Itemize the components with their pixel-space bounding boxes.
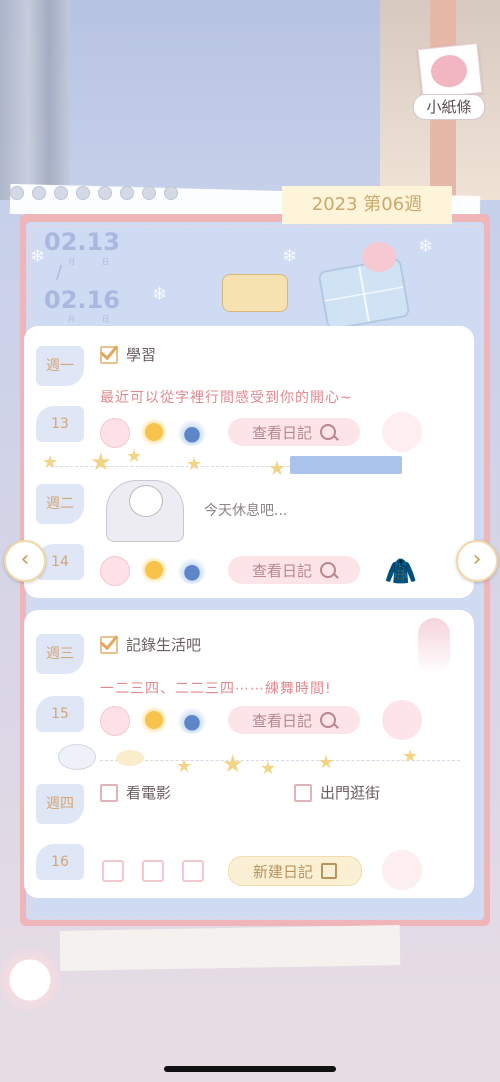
magnifier-icon bbox=[320, 562, 336, 578]
sticker-slot[interactable] bbox=[382, 850, 422, 890]
next-week-arrow[interactable]: › bbox=[456, 540, 498, 582]
snowflake-icon: ❄ bbox=[282, 246, 298, 267]
date-separator: / bbox=[56, 262, 63, 283]
paw-decoration bbox=[0, 900, 60, 1010]
task-item[interactable]: 記錄生活吧 bbox=[100, 634, 201, 655]
snow-globe-icon bbox=[178, 418, 206, 446]
snow-globe-icon bbox=[178, 706, 206, 734]
snow-globe-icon bbox=[178, 556, 206, 584]
day-status-icons bbox=[100, 706, 206, 736]
button-label: 查看日記 bbox=[251, 711, 312, 730]
task-label: 記錄生活吧 bbox=[126, 636, 202, 654]
portrait-face bbox=[429, 53, 469, 89]
checkbox-empty[interactable] bbox=[294, 783, 312, 802]
bread-sticker bbox=[116, 750, 144, 766]
checkbox-checked[interactable] bbox=[100, 635, 118, 654]
end-date: 02.16 bbox=[44, 286, 120, 314]
star-icon: ★ bbox=[268, 456, 286, 480]
jacket-icon[interactable]: 🧥 bbox=[378, 552, 424, 592]
girl-head bbox=[129, 485, 163, 517]
star-icon: ★ bbox=[176, 756, 193, 777]
star-icon: ★ bbox=[126, 446, 143, 467]
smile-face-icon bbox=[100, 706, 130, 736]
sun-icon bbox=[140, 556, 168, 584]
sun-icon bbox=[140, 418, 168, 446]
view-diary-button[interactable]: 查看日記 bbox=[228, 556, 360, 584]
smile-face-icon bbox=[100, 418, 130, 448]
sleeping-girl-sticker bbox=[317, 236, 414, 331]
snowflake-icon: ❄ bbox=[30, 246, 46, 267]
note-button[interactable]: 小紙條 bbox=[413, 94, 485, 120]
day-name: 週三 bbox=[36, 634, 84, 674]
view-diary-button[interactable]: 查看日記 bbox=[228, 706, 360, 734]
day-status-icons bbox=[100, 556, 206, 586]
girl-head bbox=[362, 242, 396, 272]
curtain bbox=[0, 0, 70, 200]
task-item[interactable]: 看電影 bbox=[100, 782, 171, 803]
empty-icon-slot[interactable] bbox=[102, 860, 124, 882]
note-card-portrait[interactable] bbox=[417, 43, 483, 99]
diary-snippet: 一二三四、二二三四⋯⋯練舞時間! bbox=[100, 681, 332, 697]
star-icon: ★ bbox=[402, 746, 419, 767]
binder-holes bbox=[10, 186, 178, 200]
view-diary-button[interactable]: 查看日記 bbox=[228, 418, 360, 446]
new-diary-button[interactable]: 新建日記 bbox=[228, 856, 362, 886]
resting-girl-sticker bbox=[106, 480, 184, 542]
day-status-icons bbox=[100, 418, 206, 448]
end-day-label: 日 bbox=[102, 315, 109, 323]
day-name: 週一 bbox=[36, 346, 84, 386]
magnifier-icon bbox=[320, 424, 336, 440]
home-indicator[interactable] bbox=[164, 1066, 336, 1072]
star-icon: ★ bbox=[42, 452, 59, 473]
washi-tape-sticker bbox=[290, 456, 402, 474]
rest-message: 今天休息吧... bbox=[204, 503, 288, 519]
task-label: 看電影 bbox=[126, 784, 172, 802]
button-label: 查看日記 bbox=[251, 423, 312, 442]
day-number: 16 bbox=[36, 844, 84, 880]
week-label: 2023 第06週 bbox=[282, 186, 452, 224]
task-item[interactable]: 出門逛街 bbox=[294, 782, 380, 803]
day-number: 15 bbox=[36, 696, 84, 732]
empty-icon-slot[interactable] bbox=[142, 860, 164, 882]
star-icon: ★ bbox=[186, 454, 203, 475]
star-icon: ★ bbox=[318, 752, 335, 773]
checkbox-checked[interactable] bbox=[100, 345, 118, 364]
task-label: 出門逛街 bbox=[320, 784, 381, 802]
prev-week-arrow[interactable]: ‹ bbox=[4, 540, 46, 582]
end-month-label: 月 bbox=[68, 315, 75, 323]
pen-icon bbox=[321, 863, 337, 879]
button-label: 新建日記 bbox=[252, 862, 313, 881]
task-item[interactable]: 學習 bbox=[100, 344, 156, 365]
start-day-label: 日 bbox=[102, 258, 109, 266]
sun-icon bbox=[140, 706, 168, 734]
star-icon: ★ bbox=[260, 758, 277, 779]
sticker-slot[interactable] bbox=[382, 412, 422, 452]
diary-snippet: 最近可以從字裡行間感受到你的開心~ bbox=[100, 390, 353, 406]
dancer-sticker bbox=[418, 618, 450, 674]
dress-icon[interactable] bbox=[382, 700, 422, 740]
button-label: 查看日記 bbox=[251, 561, 312, 580]
day-name: 週二 bbox=[36, 484, 84, 524]
snowflake-icon: ❄ bbox=[418, 236, 434, 257]
paper-edge bbox=[59, 925, 401, 971]
star-icon: ★ bbox=[222, 750, 244, 778]
empty-icon-slot[interactable] bbox=[182, 860, 204, 882]
bowl-sticker bbox=[58, 744, 96, 770]
start-date: 02.13 bbox=[44, 228, 120, 256]
day-number: 13 bbox=[36, 406, 84, 442]
magnifier-icon bbox=[320, 712, 336, 728]
star-icon: ★ bbox=[90, 448, 112, 476]
cat-sticker bbox=[222, 274, 288, 312]
blanket bbox=[317, 257, 411, 331]
task-label: 學習 bbox=[126, 346, 157, 364]
snowflake-icon: ❄ bbox=[152, 284, 168, 305]
start-month-label: 月 bbox=[68, 258, 75, 266]
checkbox-empty[interactable] bbox=[100, 783, 118, 802]
day-name: 週四 bbox=[36, 784, 84, 824]
smile-face-icon bbox=[100, 556, 130, 586]
